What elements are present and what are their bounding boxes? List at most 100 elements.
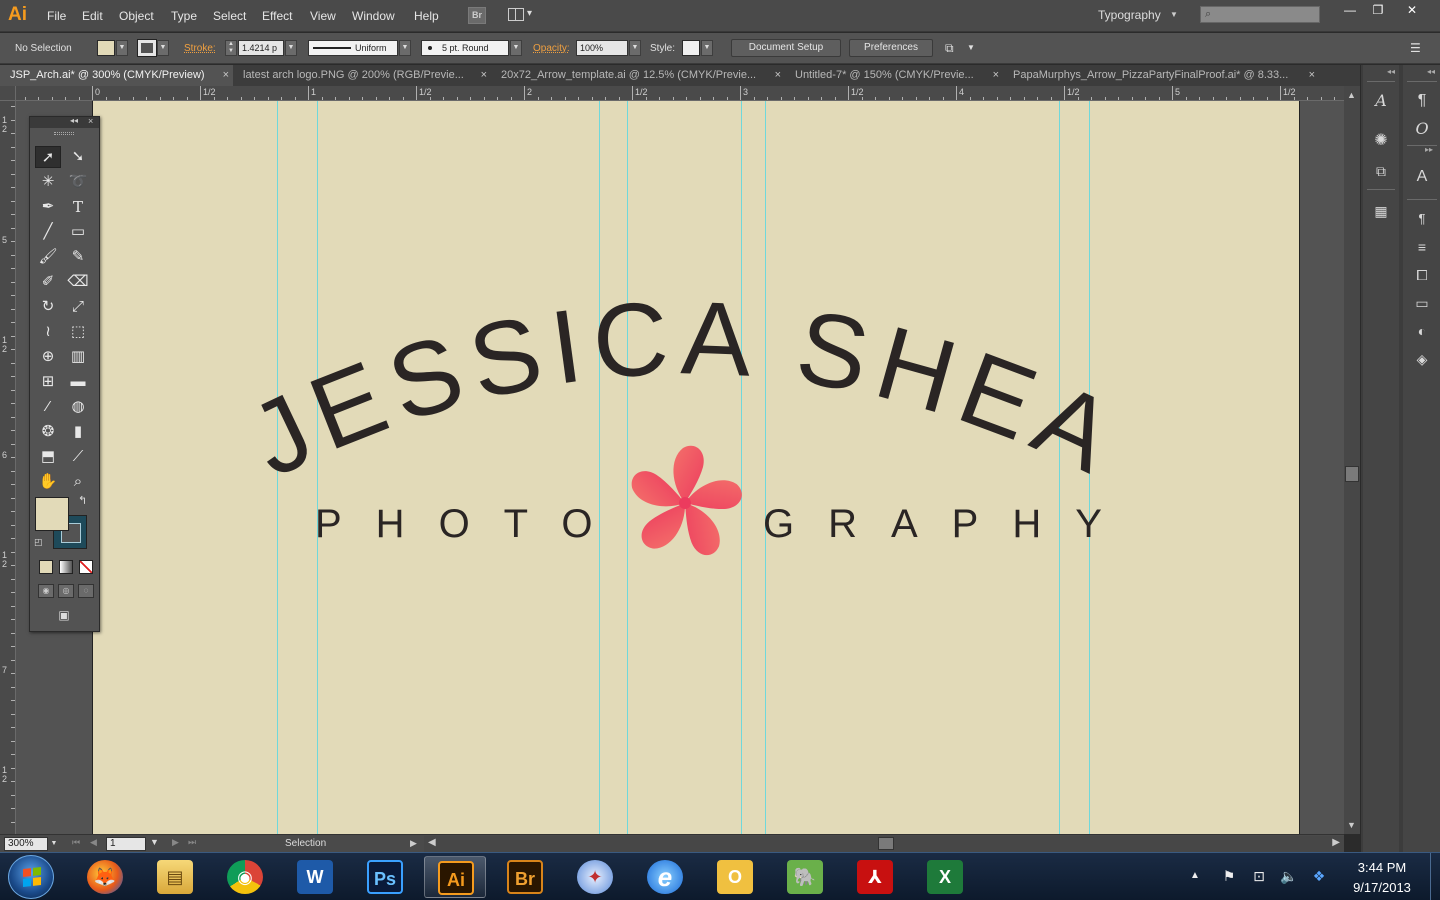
magic-wand-tool-icon[interactable]: ✳ <box>35 171 61 193</box>
horizontal-scrollbar[interactable]: ◀ ▶ <box>424 836 1344 852</box>
hand-tool-icon[interactable]: ✋ <box>35 471 61 493</box>
slice-tool-icon[interactable]: ⟋ <box>65 446 91 468</box>
taskbar-photoshop[interactable]: Ps <box>354 856 416 898</box>
style-dropdown[interactable]: ▼ <box>701 40 713 56</box>
collapse-dock-icon[interactable]: ◂◂ <box>1363 67 1395 77</box>
pen-tool-icon[interactable]: ✒ <box>35 196 61 218</box>
paragraph-styles-icon[interactable]: ¶ <box>1409 207 1435 231</box>
draw-behind-icon[interactable]: ◎ <box>58 584 74 598</box>
horizontal-ruler[interactable]: 0 1/2 1 1/2 2 1/2 3 1/2 4 1/2 5 1/2 <box>16 86 1344 101</box>
preferences-button[interactable]: Preferences <box>849 39 933 57</box>
taskbar-illustrator[interactable]: Ai <box>424 856 486 898</box>
gradient-mode-button[interactable] <box>59 560 73 574</box>
close-icon[interactable]: × <box>775 65 781 86</box>
chevron-down-icon[interactable]: ▼ <box>967 43 975 52</box>
vertical-scrollbar[interactable]: ▲ ▼ <box>1344 86 1360 834</box>
column-graph-tool-icon[interactable]: ▮ <box>65 421 91 443</box>
isolate-selected-icon[interactable]: ⧉ <box>945 41 954 56</box>
expand-dock-icon[interactable]: ◂◂ <box>1403 67 1435 77</box>
close-icon[interactable]: × <box>88 116 93 126</box>
network-icon[interactable]: ⊡ <box>1250 867 1268 885</box>
workspace-switcher[interactable]: Typography <box>1098 8 1161 22</box>
blend-tool-icon[interactable]: ◍ <box>65 396 91 418</box>
paragraph-icon[interactable]: ¶ <box>1409 89 1435 113</box>
logo-subtitle-right[interactable]: GRAPHY <box>763 502 1136 546</box>
eyedropper-tool-icon[interactable]: ⁄ <box>35 396 61 418</box>
taskbar-safari[interactable]: ✦ <box>564 856 626 898</box>
dropbox-icon[interactable]: ❖ <box>1310 867 1328 885</box>
stroke-weight-stepper[interactable]: ▲ ▼ <box>225 40 237 56</box>
brush-definition[interactable]: 5 pt. Round <box>421 40 509 56</box>
plumeria-flower-icon[interactable] <box>627 445 745 561</box>
none-mode-button[interactable] <box>79 560 93 574</box>
transform-icon[interactable]: ⧉ <box>1368 159 1394 183</box>
taskbar-excel[interactable]: X <box>914 856 976 898</box>
panel-menu-icon[interactable]: ☰ <box>1410 41 1421 55</box>
draw-normal-icon[interactable]: ◉ <box>38 584 54 598</box>
tab-untitled-7[interactable]: Untitled-7* @ 150% (CMYK/Previe... × <box>785 65 1003 86</box>
graphic-style-swatch[interactable] <box>682 40 700 56</box>
taskbar-internet-explorer[interactable]: e <box>634 856 696 898</box>
profile-dropdown[interactable]: ▼ <box>399 40 411 56</box>
scale-tool-icon[interactable]: ⤢ <box>65 296 91 318</box>
vertical-ruler[interactable]: 1 2 5 1 2 6 1 2 7 1 2 <box>0 86 16 834</box>
zoom-tool-icon[interactable]: ⌕ <box>65 471 91 493</box>
symbols-icon[interactable]: ✺ <box>1368 129 1394 153</box>
clock-date[interactable]: 9/17/2013 <box>1344 880 1420 895</box>
direct-selection-tool-icon[interactable]: ➘ <box>65 146 91 168</box>
taskbar-firefox[interactable]: 🦊 <box>74 856 136 898</box>
perspective-grid-tool-icon[interactable]: ▥ <box>65 346 91 368</box>
scroll-down-icon[interactable]: ▼ <box>1347 820 1356 830</box>
canvas[interactable]: JESSICA SHEA PHOTO GRAPHY <box>16 101 1344 834</box>
warp-tool-icon[interactable]: ≀ <box>35 321 61 343</box>
scroll-up-icon[interactable]: ▲ <box>1347 90 1356 100</box>
collapse-panel-icon[interactable]: ◂◂ <box>70 116 78 125</box>
stroke-color-swatch[interactable] <box>137 39 157 57</box>
scroll-thumb[interactable] <box>878 837 894 850</box>
status-menu-icon[interactable]: ▶ <box>410 838 417 849</box>
taskbar-file-explorer[interactable]: ▤ <box>144 856 206 898</box>
document-setup-button[interactable]: Document Setup <box>731 39 841 57</box>
symbol-sprayer-tool-icon[interactable]: ❂ <box>35 421 61 443</box>
close-icon[interactable]: × <box>1309 65 1315 86</box>
close-icon[interactable]: × <box>481 65 487 86</box>
free-transform-tool-icon[interactable]: ⬚ <box>65 321 91 343</box>
artboard[interactable]: JESSICA SHEA PHOTO GRAPHY <box>92 101 1300 834</box>
restore-button[interactable]: ❐ <box>1362 1 1394 19</box>
mesh-tool-icon[interactable]: ⊞ <box>35 371 61 393</box>
zoom-level-field[interactable]: 300% <box>4 837 48 851</box>
shape-builder-tool-icon[interactable]: ⊕ <box>35 346 61 368</box>
menu-window[interactable]: Window <box>352 9 395 23</box>
arrange-documents-button[interactable]: ▾ <box>508 7 536 24</box>
menu-object[interactable]: Object <box>119 9 154 23</box>
menu-view[interactable]: View <box>310 9 336 23</box>
taskbar-acrobat[interactable]: ⅄ <box>844 856 906 898</box>
artboard-number-field[interactable]: 1 <box>106 837 146 851</box>
transparency-icon[interactable]: ◐ <box>1409 319 1435 343</box>
align-icon[interactable]: ▦ <box>1368 199 1394 223</box>
fill-color-swatch[interactable] <box>97 40 115 56</box>
fill-swatch[interactable] <box>35 497 69 531</box>
tab-papamurphys[interactable]: PapaMurphys_Arrow_PizzaPartyFinalProof.a… <box>1003 65 1319 86</box>
tools-panel-header[interactable]: ◂◂ × <box>30 116 99 128</box>
taskbar-chrome[interactable]: ◉ <box>214 856 276 898</box>
stroke-weight-field[interactable]: 1.4214 p <box>238 40 284 56</box>
logo-subtitle-left[interactable]: PHOTO <box>315 502 627 546</box>
lasso-tool-icon[interactable]: ➰ <box>65 171 91 193</box>
pathfinder-icon[interactable]: ⧠ <box>1409 263 1435 287</box>
menu-select[interactable]: Select <box>213 9 246 23</box>
screen-mode-icon[interactable]: ▣ <box>54 608 74 624</box>
menu-type[interactable]: Type <box>171 9 197 23</box>
variable-width-profile[interactable]: Uniform <box>308 40 398 56</box>
rectangle-tool-icon[interactable]: ▭ <box>65 221 91 243</box>
volume-icon[interactable]: 🔈 <box>1280 867 1298 885</box>
artboard-tool-icon[interactable]: ⬒ <box>35 446 61 468</box>
fill-dropdown[interactable]: ▼ <box>116 40 128 56</box>
collapse-group-icon[interactable]: ▸▸ <box>1403 145 1433 155</box>
go-to-bridge-button[interactable]: Br <box>468 7 486 24</box>
close-button[interactable]: ✕ <box>1396 1 1428 19</box>
paintbrush-tool-icon[interactable]: 🖌 <box>35 246 61 268</box>
tab-latest-arch-logo[interactable]: latest arch logo.PNG @ 200% (RGB/Previe.… <box>233 65 491 86</box>
taskbar-evernote[interactable]: 🐘 <box>774 856 836 898</box>
rotate-tool-icon[interactable]: ↻ <box>35 296 61 318</box>
